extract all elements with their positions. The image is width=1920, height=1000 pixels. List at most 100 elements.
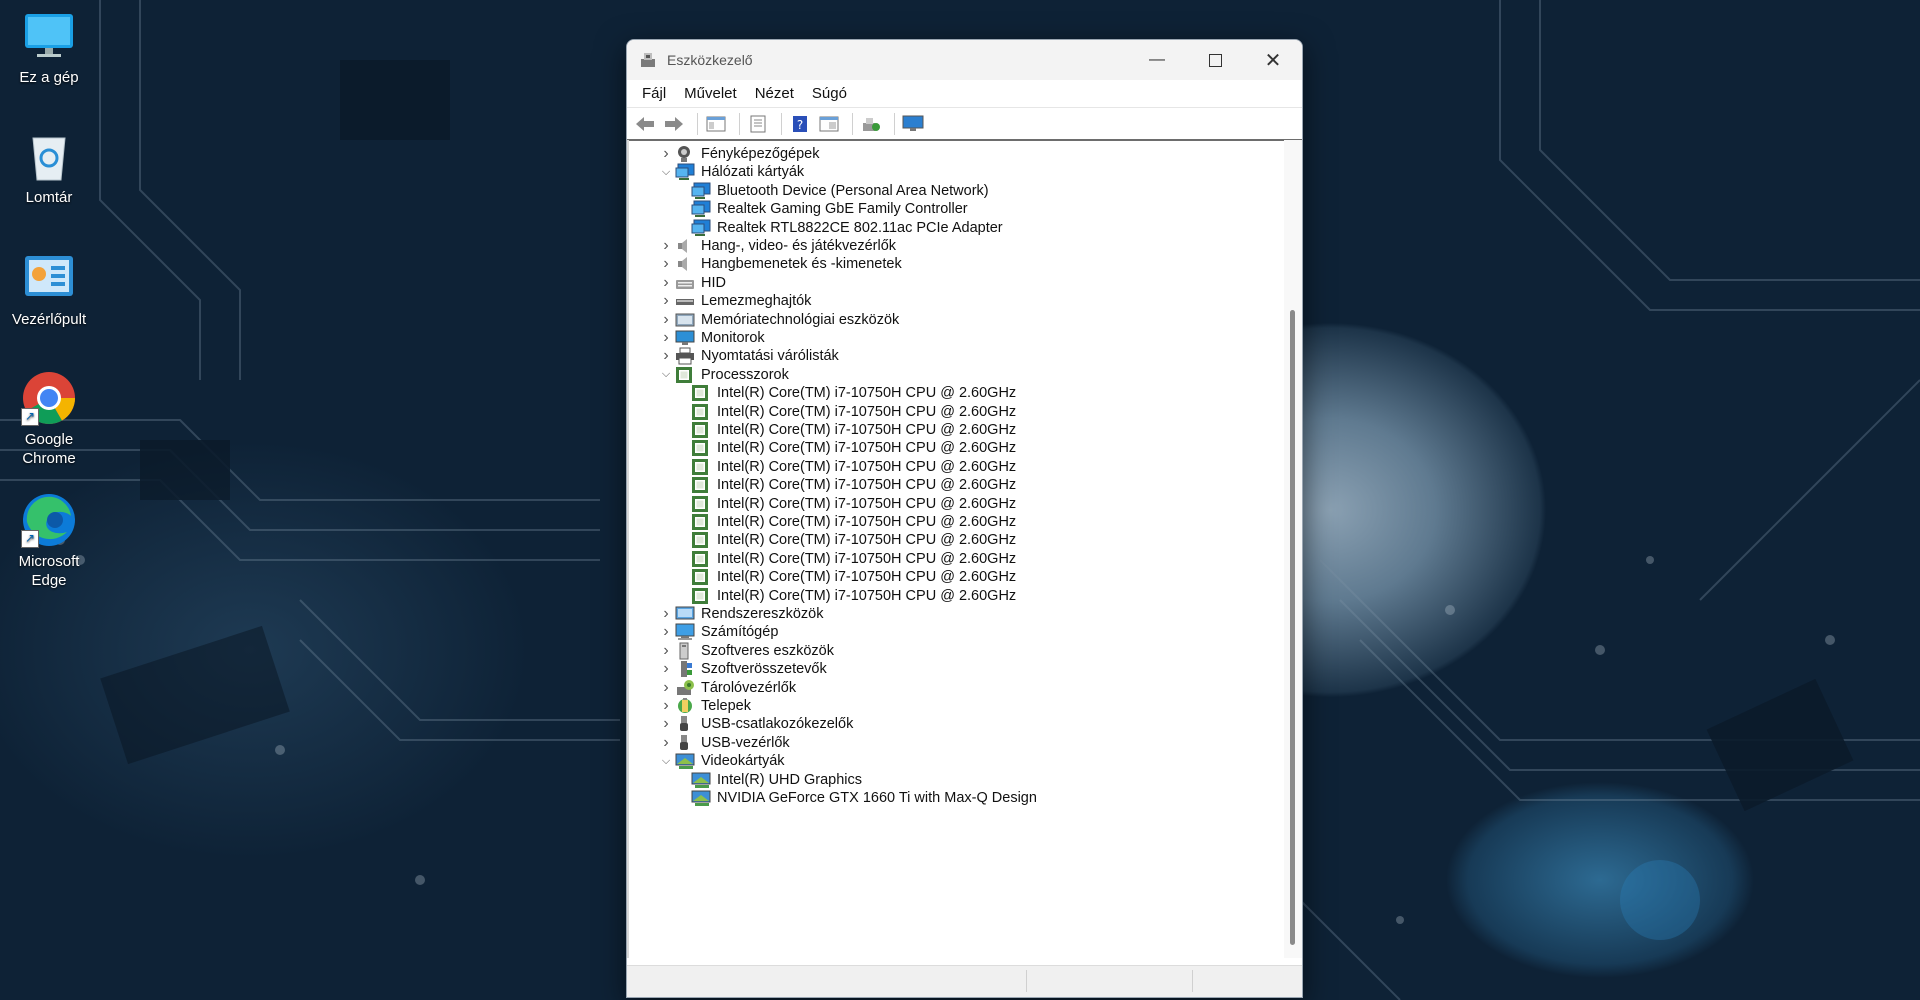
menu-bar: Fájl Művelet Nézet Súgó <box>627 80 1302 108</box>
speaker-icon <box>675 237 695 255</box>
chevron-right-icon[interactable]: › <box>657 623 675 641</box>
properties-icon <box>750 115 766 132</box>
tree-item-label: Intel(R) Core(TM) i7-10750H CPU @ 2.60GH… <box>717 422 1017 438</box>
view-button[interactable] <box>817 112 841 136</box>
chevron-right-icon[interactable]: › <box>657 311 675 329</box>
maximize-button[interactable] <box>1186 40 1244 80</box>
chevron-down-icon[interactable]: ⌵ <box>657 166 675 179</box>
window-title: Eszközkezelő <box>667 52 753 68</box>
software-device-icon <box>675 642 695 660</box>
help-button[interactable]: ? <box>788 112 812 136</box>
monitor-icon <box>675 329 695 347</box>
close-button[interactable]: ✕ <box>1244 40 1302 80</box>
control-panel-icon <box>21 250 77 306</box>
chevron-right-icon[interactable]: › <box>657 237 675 255</box>
tree-item-label: Telepek <box>701 698 751 714</box>
chevron-down-icon[interactable]: ⌵ <box>657 755 675 768</box>
scrollbar-thumb[interactable] <box>1290 310 1295 945</box>
cpu-icon <box>691 384 711 402</box>
chevron-right-icon[interactable]: › <box>657 660 675 678</box>
tree-item-label: Hangbemenetek és -kimenetek <box>701 256 902 273</box>
tree-item-label: Memóriatechnológiai eszközök <box>701 311 900 328</box>
chevron-right-icon[interactable]: › <box>657 292 675 310</box>
monitor-icon <box>21 8 77 64</box>
tree-item-label: Intel(R) Core(TM) i7-10750H CPU @ 2.60GH… <box>717 550 1017 567</box>
display-adapter-icon <box>691 771 711 789</box>
network-icon <box>691 219 711 237</box>
cpu-icon <box>691 439 711 457</box>
title-bar[interactable]: Eszközkezelő — ✕ <box>627 40 1302 80</box>
tree-item-label: Intel(R) Core(TM) i7-10750H CPU @ 2.60GH… <box>717 532 1017 549</box>
help-icon: ? <box>793 115 807 132</box>
chevron-right-icon[interactable]: › <box>657 255 675 273</box>
chevron-right-icon[interactable]: › <box>657 715 675 733</box>
forward-button[interactable] <box>662 112 686 136</box>
chevron-down-icon[interactable]: ⌵ <box>657 368 675 381</box>
cpu-icon <box>675 366 695 384</box>
usb-icon <box>675 715 695 733</box>
tree-item-label: Intel(R) UHD Graphics <box>717 771 863 788</box>
properties-button[interactable] <box>746 112 770 136</box>
chevron-right-icon[interactable]: › <box>657 145 675 163</box>
status-divider <box>1192 970 1193 992</box>
chevron-right-icon[interactable]: › <box>657 329 675 347</box>
tree-item-label: Intel(R) Core(TM) i7-10750H CPU @ 2.60GH… <box>717 514 1017 530</box>
tree-item-label: Processzorok <box>701 366 789 383</box>
back-button[interactable] <box>633 112 657 136</box>
chevron-right-icon[interactable]: › <box>657 274 675 292</box>
toolbar: ? <box>627 108 1302 141</box>
battery-icon <box>675 697 695 715</box>
storage-icon <box>675 679 695 697</box>
usb-icon <box>675 734 695 752</box>
minimize-button[interactable]: — <box>1128 40 1186 80</box>
menu-view[interactable]: Nézet <box>746 80 803 107</box>
hid-icon <box>675 274 695 292</box>
cpu-icon <box>691 513 711 531</box>
menu-file[interactable]: Fájl <box>633 80 675 107</box>
monitor-toolbar-button[interactable] <box>901 112 925 136</box>
arrow-left-icon <box>636 116 654 131</box>
device-manager-window: Eszközkezelő — ✕ Fájl Művelet Nézet Súgó… <box>626 39 1303 998</box>
device-tree: › Fényképezőgépek ⌵ Hálózati kártyák Bluetoo… <box>627 140 1286 958</box>
vertical-scrollbar[interactable] <box>1284 140 1302 958</box>
cpu-icon <box>691 495 711 513</box>
scan-hardware-button[interactable] <box>859 112 883 136</box>
cpu-icon <box>691 550 711 568</box>
chevron-right-icon[interactable]: › <box>657 697 675 715</box>
toolbar-separator <box>894 112 895 135</box>
tree-item-label: Intel(R) Core(TM) i7-10750H CPU @ 2.60GH… <box>717 495 1017 512</box>
chevron-right-icon[interactable]: › <box>657 642 675 660</box>
tree-item-label: Realtek RTL8822CE 802.11ac PCIe Adapter <box>717 219 1003 236</box>
tree-item-label: Fényképezőgépek <box>701 146 820 162</box>
tree-item-label: Intel(R) Core(TM) i7-10750H CPU @ 2.60GH… <box>717 569 1017 586</box>
status-divider <box>1026 970 1027 992</box>
chevron-right-icon[interactable]: › <box>657 605 675 623</box>
tree-device[interactable]: NVIDIA GeForce GTX 1660 Ti with Max-Q De… <box>691 787 1037 809</box>
maximize-icon <box>1208 53 1222 67</box>
chevron-right-icon[interactable]: › <box>657 679 675 697</box>
show-hide-console-tree-button[interactable] <box>704 112 728 136</box>
printer-icon <box>675 347 695 365</box>
desktop-icon-edge[interactable]: ↗ Microsoft Edge <box>8 492 90 590</box>
console-tree-icon <box>706 116 726 131</box>
tree-item-label: Lemezmeghajtók <box>701 293 812 310</box>
desktop-icon-label: Lomtár <box>25 189 73 206</box>
desktop-icon-recycle-bin[interactable]: Lomtár <box>8 128 90 207</box>
cpu-icon <box>691 568 711 586</box>
display-adapter-icon <box>691 789 711 807</box>
tree-item-label: Intel(R) Core(TM) i7-10750H CPU @ 2.60GH… <box>717 385 1017 402</box>
window-icon <box>819 116 839 131</box>
desktop-icon-this-pc[interactable]: Ez a gép <box>8 8 90 87</box>
display-adapter-icon <box>675 752 695 770</box>
desktop-icon-control-panel[interactable]: Vezérlőpult <box>8 250 90 329</box>
menu-help[interactable]: Súgó <box>803 80 856 107</box>
disk-icon <box>675 292 695 310</box>
cpu-icon <box>691 403 711 421</box>
menu-action[interactable]: Művelet <box>675 80 746 107</box>
close-icon: ✕ <box>1264 49 1282 72</box>
desktop-icon-chrome[interactable]: ↗ Google Chrome <box>8 370 90 468</box>
chevron-right-icon[interactable]: › <box>657 734 675 752</box>
toolbar-separator <box>739 112 740 135</box>
chevron-right-icon[interactable]: › <box>657 347 675 365</box>
minimize-icon: — <box>1149 51 1165 68</box>
